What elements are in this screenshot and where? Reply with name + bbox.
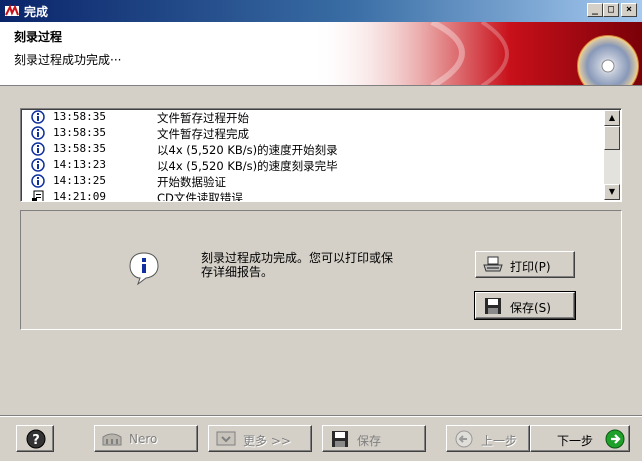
- log-row[interactable]: 14:13:25 开始数据验证: [23, 173, 605, 189]
- maximize-button[interactable]: □: [603, 3, 619, 17]
- log-message: 以4x (5,520 KB/s)的速度刻录完毕: [157, 159, 338, 173]
- log-message: 文件暂存过程开始: [157, 111, 249, 125]
- window-title: 完成: [24, 5, 49, 19]
- close-button[interactable]: ×: [621, 3, 637, 17]
- wizard-header: 刻录过程 刻录过程成功完成···: [0, 22, 642, 86]
- result-panel: 刻录过程成功完成。您可以打印或保存详细报告。 打印(P) 保存(S): [20, 210, 622, 330]
- help-question-icon: ?: [26, 429, 46, 449]
- nero-button[interactable]: Nero: [94, 425, 198, 452]
- floppy-disk-icon: [485, 298, 501, 314]
- info-icon: [31, 142, 45, 156]
- log-row[interactable]: 13:58:35 文件暂存过程开始: [23, 109, 605, 125]
- scroll-up-arrow-icon[interactable]: ▲: [604, 110, 620, 126]
- log-message: 以4x (5,520 KB/s)的速度开始刻录: [157, 143, 338, 157]
- log-message: CD文件读取错误: [157, 191, 243, 201]
- document-icon: [32, 190, 44, 201]
- log-row[interactable]: 13:58:35 以4x (5,520 KB/s)的速度开始刻录: [23, 141, 605, 157]
- header-subtitle: 刻录过程成功完成···: [14, 53, 122, 67]
- title-bar: 完成 _ □ ×: [0, 0, 642, 22]
- log-time: 13:58:35: [53, 110, 106, 123]
- colosseum-icon: [102, 433, 122, 446]
- svg-text:?: ?: [32, 433, 40, 448]
- save-button-label: 保存: [357, 434, 382, 448]
- next-button[interactable]: 下一步: [530, 425, 630, 452]
- save-button[interactable]: 保存: [322, 425, 426, 452]
- log-time: 14:21:09: [53, 190, 106, 201]
- printer-icon: [483, 256, 503, 272]
- nero-button-label: Nero: [129, 432, 158, 446]
- info-icon: [31, 174, 45, 188]
- info-icon: [31, 126, 45, 140]
- log-row[interactable]: 14:13:23 以4x (5,520 KB/s)的速度刻录完毕: [23, 157, 605, 173]
- minimize-button[interactable]: _: [587, 3, 603, 17]
- log-scrollbar[interactable]: ▲ ▼: [604, 110, 620, 200]
- scroll-down-arrow-icon[interactable]: ▼: [604, 184, 620, 200]
- info-bubble-icon: [129, 252, 159, 285]
- help-button[interactable]: ?: [16, 425, 54, 452]
- next-arrow-icon: [605, 429, 625, 449]
- scroll-thumb[interactable]: [604, 126, 620, 150]
- burn-log-list[interactable]: 13:58:35 文件暂存过程开始 13:58:35 文件暂存过程完成 13:5…: [20, 108, 622, 202]
- print-button[interactable]: 打印(P): [475, 251, 575, 278]
- print-button-label: 打印(P): [510, 260, 551, 274]
- nero-banner-graphic: [312, 22, 642, 85]
- log-row[interactable]: 13:58:35 文件暂存过程完成: [23, 125, 605, 141]
- log-row[interactable]: 14:21:09 CD文件读取错误: [23, 189, 605, 201]
- info-icon: [31, 158, 45, 172]
- save-report-button-label: 保存(S): [510, 301, 551, 315]
- log-message: 开始数据验证: [157, 175, 226, 189]
- log-message: 文件暂存过程完成: [157, 127, 249, 141]
- nero-app-icon: [5, 4, 19, 16]
- back-arrow-icon: [455, 430, 473, 448]
- footer-separator: [0, 415, 642, 417]
- back-button[interactable]: 上一步: [446, 425, 530, 452]
- header-title: 刻录过程: [14, 30, 63, 44]
- result-message: 刻录过程成功完成。您可以打印或保存详细报告。: [201, 251, 394, 279]
- more-button-label: 更多 >>: [243, 434, 291, 448]
- info-icon: [31, 110, 45, 124]
- log-time: 14:13:25: [53, 174, 106, 187]
- save-report-button[interactable]: 保存(S): [474, 291, 576, 320]
- log-time: 13:58:35: [53, 126, 106, 139]
- log-time: 13:58:35: [53, 142, 106, 155]
- next-button-label: 下一步: [557, 434, 594, 448]
- log-list-rows: 13:58:35 文件暂存过程开始 13:58:35 文件暂存过程完成 13:5…: [23, 109, 605, 201]
- floppy-disk-icon: [332, 431, 348, 447]
- log-time: 14:13:23: [53, 158, 106, 171]
- back-button-label: 上一步: [481, 434, 518, 448]
- more-button[interactable]: 更多 >>: [208, 425, 312, 452]
- more-options-icon: [216, 431, 236, 446]
